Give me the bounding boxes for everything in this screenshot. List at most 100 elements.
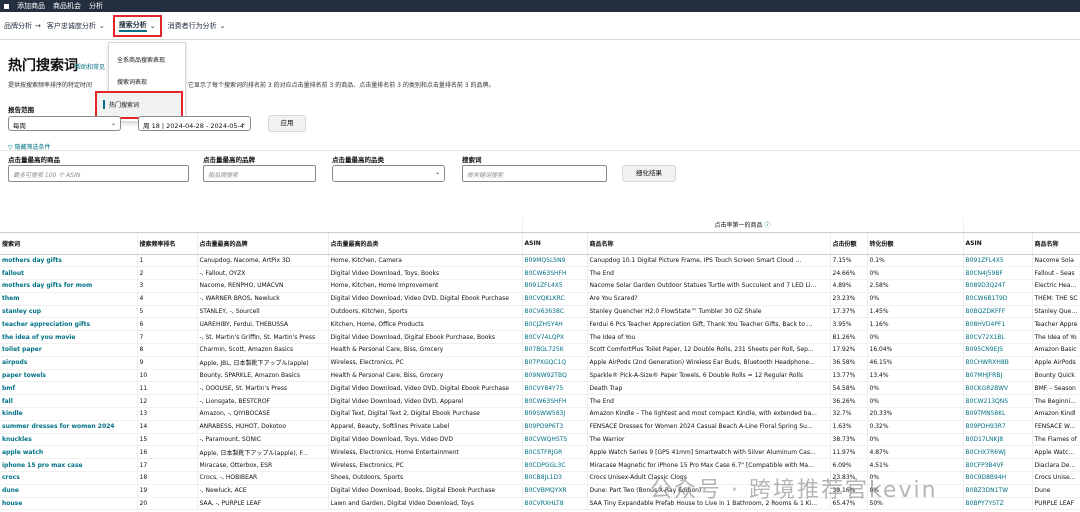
cell-search-term[interactable]: toilet paper — [0, 343, 138, 357]
cell-search-term[interactable]: crocs — [0, 471, 138, 485]
cell-search-term[interactable]: them — [0, 292, 138, 306]
cell-asin[interactable]: B091ZFL4X5 — [522, 279, 588, 293]
cell-search-term[interactable]: mothers day gifts — [0, 254, 138, 268]
cell-asin[interactable]: B0CVY84Y75 — [522, 381, 588, 396]
week-select[interactable]: 周 18 | 2024-04-28 - 2024-05-4 ⌄ — [138, 116, 251, 131]
cell-asin-2[interactable]: B0CN4J59BF — [963, 266, 1033, 281]
cell-conversion-share: 1.16% — [867, 317, 964, 332]
menu-item-top-search-terms[interactable]: 热门搜索词 — [95, 91, 183, 119]
tab-search-analytics[interactable]: 搜索分析 ⌄ — [112, 14, 162, 37]
cell-search-term[interactable]: summer dresses for women 2024 — [0, 420, 138, 434]
cell-asin-2[interactable]: B091ZFL4X5 — [963, 254, 1033, 268]
tab-consumer-behavior[interactable]: 消费者行为分析 — [168, 21, 217, 31]
cell-search-term[interactable]: stanley cup — [0, 305, 138, 319]
top-nav-add-product[interactable]: 添加商品 — [17, 1, 45, 11]
apply-button[interactable]: 应用 — [268, 115, 306, 132]
category-select[interactable]: ⌄ — [332, 165, 445, 182]
cell-search-term[interactable]: dune — [0, 484, 138, 498]
cell-asin[interactable]: B0CVBMQYXR — [522, 484, 588, 498]
top-nav-analytics[interactable]: 分析 — [89, 1, 103, 11]
cell-search-term[interactable]: knuckles — [0, 433, 138, 447]
col-asin-2-header[interactable]: ASIN — [963, 232, 1033, 255]
cell-asin[interactable]: B07BGL725K — [522, 343, 588, 357]
cell-search-term[interactable]: paper towels — [0, 369, 138, 383]
refine-results-button[interactable]: 细化结果 — [622, 165, 676, 182]
col-conversion-share-label: 转化份额 — [869, 240, 894, 248]
cell-asin[interactable]: B09SWW583J — [522, 407, 588, 421]
cell-asin[interactable]: B0CJZHSY4H — [522, 317, 588, 332]
cell-search-term[interactable]: fall — [0, 394, 138, 409]
tab-customer-loyalty[interactable]: 客户忠诚度分析 — [47, 21, 96, 31]
col-top-brand-header[interactable]: 点击量最高的品牌 — [197, 232, 329, 255]
cell-asin[interactable]: B07PXGQC1Q — [522, 356, 588, 370]
col-search-term-header[interactable]: 搜索词 — [0, 232, 138, 255]
col-search-rank-header[interactable]: 搜索频率排名 — [137, 232, 198, 255]
cell-asin[interactable]: B0CW63SHFH — [522, 394, 588, 409]
cell-asin-2[interactable]: B0D17LNKJ8 — [963, 433, 1033, 447]
cell-asin-2[interactable]: B0BZ3DN1TW — [963, 484, 1033, 498]
cell-asin-2[interactable]: B095CN9EJS — [963, 343, 1033, 357]
cell-asin[interactable]: B09PD9P6T3 — [522, 420, 588, 434]
cell-asin-2[interactable]: B0CHWRXH8B — [963, 356, 1033, 370]
cell-search-term[interactable]: teacher appreciation gifts — [0, 317, 138, 332]
cell-search-term[interactable]: the idea of you movie — [0, 330, 138, 345]
cell-asin[interactable]: B0CB8JL1D3 — [522, 471, 588, 485]
cell-asin[interactable]: B09NW92TBQ — [522, 369, 588, 383]
table-row: mothers day gifts for mom 3 Nacome, RENPHO… — [0, 279, 1080, 293]
cell-asin-2[interactable]: B0C9D8B94H — [963, 471, 1033, 485]
cell-asin-2[interactable]: B08HVD4PF1 — [963, 317, 1033, 332]
keyword-search-input[interactable]: 按关键词搜索 — [462, 165, 607, 182]
cell-search-term[interactable]: mothers day gifts for mom — [0, 279, 138, 293]
cell-asin-2[interactable]: B09PDH93R7 — [963, 420, 1033, 434]
table-group-header: 点击率第一的商品 ⓘ — [522, 218, 964, 233]
cell-asin[interactable]: B0CSTFRJGR — [522, 445, 588, 460]
cell-asin-2[interactable]: B0CW6B1T9D — [963, 292, 1033, 306]
cell-asin-2[interactable]: B089D3Q24T — [963, 279, 1033, 293]
info-icon[interactable]: ⓘ — [764, 222, 770, 229]
report-range-select[interactable]: 每周 ⌄ — [8, 116, 121, 131]
col-click-share-header[interactable]: 点击份额 — [830, 232, 868, 255]
cell-asin[interactable]: B0CW63SHFH — [522, 266, 588, 281]
menu-item-catalog-performance[interactable]: 全系商品搜索表现 — [117, 55, 165, 64]
cell-asin-2[interactable]: B0CKGR2BWV — [963, 381, 1033, 396]
cell-search-term[interactable]: airpods — [0, 356, 138, 370]
cell-asin-2[interactable]: B0BQZDKFFF — [963, 305, 1033, 319]
top-nav-opportunities[interactable]: 商品机会 — [53, 1, 81, 11]
help-link[interactable]: 帮助和常见 — [75, 62, 105, 71]
cell-asin-2[interactable]: B0CFP3B4VF — [963, 458, 1033, 473]
cell-asin-2[interactable]: B07MHJFRBJ — [963, 369, 1033, 383]
cell-asin[interactable]: B0CVRXHLT8 — [522, 497, 588, 511]
cell-conversion-share: 20.33% — [867, 407, 964, 421]
cell-asin-2[interactable]: B0CW213QNS — [963, 394, 1033, 409]
cell-asin[interactable]: B0CVQKLKRC — [522, 292, 588, 306]
cell-asin[interactable]: B0CV74LQPX — [522, 330, 588, 345]
col-asin-header[interactable]: ASIN — [522, 232, 588, 255]
col-top-category-header[interactable]: 点击量最高的品类 — [328, 232, 523, 255]
cell-asin[interactable]: B0CVWQHSTS — [522, 433, 588, 447]
cell-brand: ANRABESS, HUHOT, Dokotoo — [197, 420, 329, 434]
cell-search-term[interactable]: iphone 15 pro max case — [0, 458, 138, 473]
menu-icon[interactable] — [4, 3, 9, 9]
chevron-down-icon: ⌄ — [110, 120, 116, 127]
cell-search-term[interactable]: house — [0, 497, 138, 511]
col-conversion-share-header[interactable]: 转化份额 — [867, 232, 964, 255]
col-product-name-2-header[interactable]: 商品名称 — [1032, 232, 1080, 255]
cell-asin-2[interactable]: B0BPY7YSTZ — [963, 497, 1033, 511]
cell-asin[interactable]: B0CDPGGL3C — [522, 458, 588, 473]
cell-asin-2[interactable]: B0CHX7R6WJ — [963, 445, 1033, 460]
asin-search-input[interactable]: 最多可搜索 100 个 ASIN — [8, 165, 189, 182]
cell-asin-2[interactable]: B0CV72X1BL — [963, 330, 1033, 345]
tab-brand-analytics[interactable]: 品牌分析 — [4, 21, 32, 31]
cell-search-term[interactable]: bmf — [0, 381, 138, 396]
col-product-name-header[interactable]: 商品名称 — [587, 232, 831, 255]
cell-asin[interactable]: B09MQ5LSN9 — [522, 254, 588, 268]
cell-conversion-share: 4.51% — [867, 458, 964, 473]
cell-brand: -, Paramount, SONIC — [197, 433, 329, 447]
cell-asin[interactable]: B0CV63638C — [522, 305, 588, 319]
menu-item-search-query-performance[interactable]: 搜索词表现 — [117, 77, 147, 86]
cell-search-term[interactable]: fallout — [0, 266, 138, 281]
brand-search-input[interactable]: 按品牌搜索 — [203, 165, 316, 182]
cell-asin-2[interactable]: B09TMN58KL — [963, 407, 1033, 421]
cell-search-term[interactable]: kindle — [0, 407, 138, 421]
cell-search-term[interactable]: apple watch — [0, 445, 138, 460]
